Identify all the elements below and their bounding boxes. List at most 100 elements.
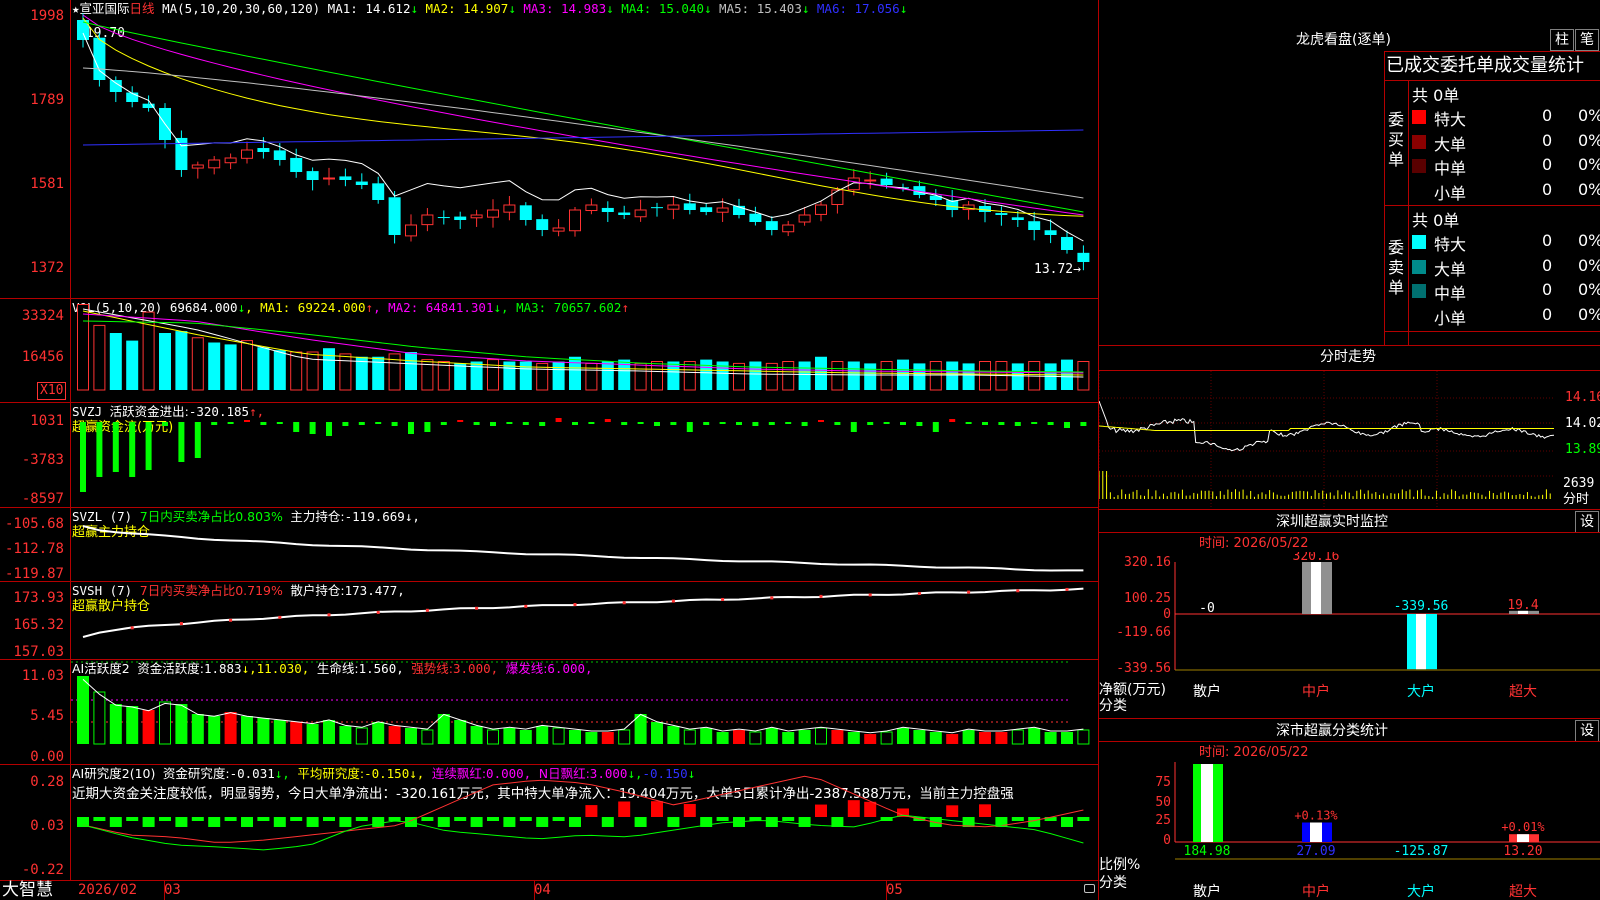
buy-color-swatch	[1412, 159, 1426, 173]
ai-research-chart[interactable]	[71, 765, 1098, 880]
ai-research-bar	[519, 817, 532, 821]
vol-y-tick: 33324	[21, 308, 64, 324]
stats-y-tick: 50	[1155, 795, 1171, 810]
svzj-chart[interactable]	[71, 403, 1098, 507]
intraday-top-line	[1098, 345, 1600, 346]
svzj-bar	[850, 422, 857, 432]
ai-research-bar	[815, 804, 827, 817]
candle-body	[372, 183, 385, 200]
candle-body	[306, 171, 319, 180]
sell-color-swatch	[1412, 308, 1426, 323]
ai-active-bar	[175, 704, 188, 744]
stroke-mode-button[interactable]: 笔	[1575, 29, 1599, 51]
svsh-marker	[721, 597, 725, 601]
candle-body	[782, 224, 795, 233]
date-tick-mark	[534, 880, 535, 900]
svzj-bar	[883, 422, 890, 424]
monitor-settings-button[interactable]: 设	[1575, 511, 1599, 533]
ai-active-bar	[241, 716, 253, 744]
ai-research-bar	[765, 817, 778, 827]
intraday-price-line	[1099, 400, 1555, 452]
ai-research-bar	[667, 817, 680, 827]
svzj-bar	[162, 422, 168, 426]
svsh-chart[interactable]	[71, 582, 1098, 659]
longhu-title: 龙虎看盘(逐单)	[1296, 32, 1391, 48]
candle-body	[503, 204, 516, 213]
ai-active-bar	[224, 712, 237, 744]
vol-bar	[77, 304, 89, 391]
sell-row-count: 0	[1542, 280, 1553, 299]
buy-row-pct: 0%	[1578, 130, 1600, 150]
stats-time-value: 2026/05/22	[1233, 745, 1309, 760]
ai-active-bar	[536, 726, 549, 744]
svzl-line	[82, 525, 1084, 572]
svzj-bar	[145, 422, 152, 470]
ai-research-bar	[979, 804, 991, 817]
ai-research-bar	[290, 817, 303, 821]
buy-row-count: 0	[1542, 106, 1553, 125]
candlestick-chart[interactable]	[71, 0, 1098, 298]
svzj-bar	[637, 422, 644, 424]
candle-body	[667, 204, 680, 210]
monitor-title-line	[1098, 532, 1600, 533]
svzj-bar	[916, 422, 923, 426]
ai-active-bar	[683, 729, 696, 745]
svzj-bar	[522, 422, 529, 425]
svzj-bar	[309, 422, 316, 434]
vol-bar	[733, 362, 745, 391]
stats-settings-button[interactable]: 设	[1575, 720, 1599, 742]
volume-chart[interactable]	[71, 299, 1098, 402]
svzj-bar	[1014, 422, 1021, 426]
intraday-title: 分时走势	[1320, 349, 1376, 365]
sell-row-pct: 0%	[1578, 231, 1600, 250]
candle-body	[831, 189, 844, 205]
ai-active-bar	[864, 734, 877, 744]
candle-body	[519, 205, 532, 220]
candle-body	[995, 213, 1008, 215]
svzl-y-tick: -105.68	[4, 516, 64, 532]
monitor-title: 深圳超赢实时监控	[1276, 514, 1388, 530]
vol-bar	[1077, 361, 1090, 391]
ai-active-bar	[1061, 732, 1073, 744]
bar-mode-button[interactable]: 柱	[1550, 29, 1574, 51]
ai-active-bar	[109, 704, 122, 744]
ai-active-bar	[913, 730, 926, 744]
candle-body	[1028, 221, 1041, 230]
vol-bar	[241, 340, 253, 391]
svzj-bar	[867, 422, 874, 425]
intraday-vol-unit: 分时	[1563, 492, 1590, 507]
vol-bar	[175, 331, 188, 390]
candle-body	[1044, 230, 1057, 235]
ai-research-y-tick: -0.22	[21, 862, 64, 878]
svsh-marker	[622, 601, 626, 605]
sell-row-name: 大单	[1434, 259, 1467, 279]
vol-bar	[749, 361, 762, 390]
candle-body	[815, 204, 827, 215]
intraday-chart[interactable]	[1099, 371, 1561, 509]
ai-active-chart[interactable]	[71, 660, 1098, 764]
monitor-bar-label: 19.4	[1507, 598, 1538, 613]
ai-active-y-tick: 0.00	[30, 749, 64, 765]
candle-body	[175, 137, 188, 170]
ai-active-bar	[716, 732, 729, 744]
ai-active-bar	[1077, 729, 1090, 745]
svzj-bar	[112, 422, 119, 472]
svzj-bar	[506, 422, 513, 424]
monitor-chart[interactable]: 320.16 100.250 -119.66 -339.56 -0 散户 320.16 中户 -…	[1099, 552, 1600, 718]
svzj-bar	[670, 422, 677, 425]
stats-chart[interactable]: 75 50 25 0 184.98 散户 +0.13% 27.09 中户 -125.87 大户 +0.…	[1099, 760, 1600, 900]
ai-research-bar	[683, 803, 696, 817]
svsh-line	[82, 587, 1084, 638]
stats-value: 184.98	[1184, 844, 1231, 859]
lock-icon[interactable]	[1084, 884, 1095, 893]
vol-bar	[109, 333, 122, 390]
intraday-vol-value: 2639	[1563, 476, 1595, 491]
svzj-bar	[703, 422, 710, 425]
svzl-chart[interactable]	[71, 508, 1098, 581]
candle-body	[273, 150, 286, 160]
ai-active-bar	[208, 716, 221, 744]
ai-active-bar	[159, 701, 171, 745]
svzj-bar	[440, 422, 447, 425]
candle-body	[1077, 252, 1090, 262]
ai-research-bar	[1011, 817, 1024, 821]
